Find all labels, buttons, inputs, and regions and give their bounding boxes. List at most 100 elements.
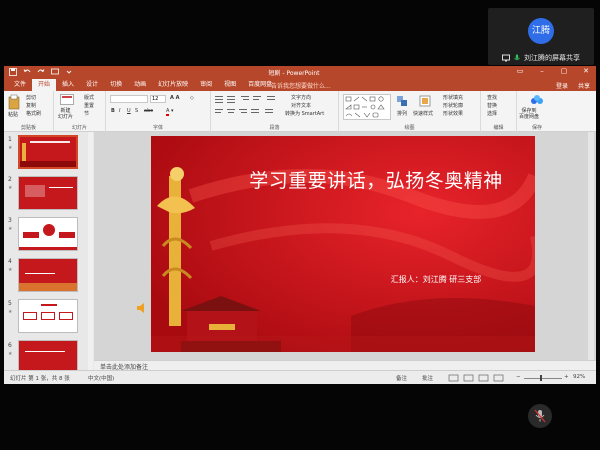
close-button[interactable]: ✕ (580, 67, 592, 77)
paste-button[interactable]: 粘贴 (8, 111, 18, 118)
shape-effects-button[interactable]: 形状效果 (443, 110, 463, 117)
zoom-out-button[interactable]: − (516, 374, 521, 380)
tab-view[interactable]: 视图 (218, 79, 242, 91)
language-indicator[interactable]: 中文(中国) (88, 374, 114, 382)
grow-font-button[interactable]: A A (170, 95, 179, 101)
underline-button[interactable]: U (127, 108, 131, 114)
slide-subtitle[interactable]: 汇报人：刘江腾 研三支部 (351, 274, 521, 285)
font-color-button[interactable]: A ▾ (166, 108, 174, 116)
animation-star-icon: ★ (8, 267, 13, 273)
editing-group-label: 编辑 (493, 125, 504, 131)
comments-toggle[interactable]: 批注 (422, 374, 433, 382)
slide-thumb-2[interactable] (18, 176, 78, 210)
tab-file[interactable]: 文件 (8, 79, 32, 91)
thumb-number: 5 (8, 300, 12, 307)
italic-button[interactable]: I (119, 108, 120, 114)
convert-smartart-button[interactable]: 转换为 SmartArt (285, 110, 324, 117)
thumbnails-scrollbar[interactable] (88, 132, 93, 370)
quick-styles-button[interactable]: 快速样式 (413, 110, 433, 117)
view-buttons-icon[interactable] (448, 374, 508, 382)
slide-thumb-5[interactable] (18, 299, 78, 333)
customize-toolbar-icon[interactable] (65, 68, 73, 76)
font-group-label: 字体 (152, 125, 163, 131)
tab-design[interactable]: 设计 (80, 79, 104, 91)
bold-button[interactable]: B (111, 108, 115, 114)
list-buttons-icon[interactable] (215, 95, 279, 103)
redo-icon[interactable] (37, 68, 45, 76)
ribbon-home: 粘贴 剪切 复制 格式刷 剪贴板 新建 幻灯片 版式 重置 节 幻灯片 12 A… (4, 91, 596, 132)
ribbon-display-options-button[interactable]: ▭ (514, 67, 526, 77)
select-button[interactable]: 选择 (487, 110, 497, 117)
zoom-slider-track[interactable] (524, 378, 562, 379)
slide-thumb-4[interactable] (18, 258, 78, 292)
save-to-baidu-button[interactable]: 保存到 百度网盘 (519, 108, 539, 120)
tab-home[interactable]: 开始 (32, 79, 57, 91)
quick-styles-icon[interactable] (419, 95, 431, 107)
cut-button[interactable]: 剪切 (26, 94, 36, 101)
clipboard-group-label: 剪贴板 (20, 125, 36, 131)
baidu-group-label: 保存 (531, 125, 542, 131)
group-baidu: 保存到 百度网盘 保存 (517, 91, 557, 132)
tab-transitions[interactable]: 切换 (104, 79, 128, 91)
minimize-button[interactable]: – (536, 67, 548, 77)
thumb-number: 1 (8, 136, 12, 143)
animation-star-icon: ★ (8, 185, 13, 191)
zoom-in-button[interactable]: + (564, 374, 569, 380)
slide-thumb-3[interactable] (18, 217, 78, 251)
slide-thumb-1[interactable] (18, 135, 78, 169)
arrange-button[interactable]: 排列 (397, 110, 407, 117)
tab-insert[interactable]: 插入 (56, 79, 80, 91)
font-name-dropdown[interactable] (110, 95, 148, 103)
maximize-button[interactable]: ▢ (558, 67, 570, 77)
clear-format-button[interactable]: ◇ (190, 95, 194, 101)
arrange-icon[interactable] (396, 95, 408, 107)
thumb-number: 2 (8, 176, 12, 183)
current-slide[interactable]: 学习重要讲话，弘扬冬奥精神 汇报人：刘江腾 研三支部 (151, 136, 535, 352)
title-bar: 短剧 - PowerPoint ▭ – ▢ ✕ (4, 66, 596, 79)
alignment-buttons-icon[interactable] (215, 108, 279, 116)
sign-in-link[interactable]: 登录 (556, 81, 568, 90)
thumb-number: 4 (8, 258, 12, 265)
slideshow-icon[interactable] (51, 68, 59, 76)
screen-share-icon (502, 54, 510, 62)
audio-icon[interactable] (136, 302, 148, 314)
slide-scrollbar[interactable] (588, 132, 594, 360)
zoom-level[interactable]: 92% (573, 374, 585, 380)
new-slide-icon[interactable] (60, 94, 74, 106)
new-slide-button[interactable]: 新建 幻灯片 (58, 108, 73, 120)
presenter-tile[interactable]: 江腾 刘江腾的屏幕共享 (488, 8, 594, 65)
save-icon[interactable] (9, 68, 17, 76)
copy-button[interactable]: 复制 (26, 102, 36, 109)
mute-button[interactable] (528, 404, 552, 428)
reset-button[interactable]: 重置 (84, 102, 94, 109)
slide-thumb-6[interactable] (18, 340, 78, 370)
find-button[interactable]: 查找 (487, 94, 497, 101)
strikethrough-button[interactable]: abc (144, 108, 153, 114)
share-button[interactable]: 共享 (578, 81, 590, 90)
text-direction-button[interactable]: 文字方向 (291, 94, 311, 101)
tab-slideshow[interactable]: 幻灯片放映 (152, 79, 194, 91)
shape-fill-button[interactable]: 形状填充 (443, 94, 463, 101)
tab-review[interactable]: 审阅 (194, 79, 218, 91)
baidu-cloud-icon[interactable] (530, 94, 544, 106)
align-text-button[interactable]: 对齐文本 (291, 102, 311, 109)
text-shadow-button[interactable]: S (135, 108, 138, 114)
slide-title[interactable]: 学习重要讲话，弘扬冬奥精神 (241, 166, 511, 193)
animation-star-icon: ★ (8, 309, 13, 315)
zoom-slider-thumb[interactable] (540, 375, 542, 381)
tab-animations[interactable]: 动画 (128, 79, 152, 91)
font-size-dropdown[interactable]: 12 (150, 95, 166, 103)
tell-me-search[interactable]: 告诉我您想要做什么... (271, 81, 331, 90)
layout-button[interactable]: 版式 (84, 94, 94, 101)
section-button[interactable]: 节 (84, 110, 89, 117)
format-painter-button[interactable]: 格式刷 (26, 110, 41, 117)
paste-icon[interactable] (8, 94, 20, 110)
slides-group-label: 幻灯片 (71, 125, 87, 131)
shape-outline-button[interactable]: 形状轮廓 (443, 102, 463, 109)
replace-button[interactable]: 替换 (487, 102, 497, 109)
notes-pane[interactable]: 单击此处添加备注 (94, 360, 596, 371)
undo-icon[interactable] (23, 68, 31, 76)
shapes-gallery-icon[interactable] (343, 94, 391, 120)
thumb-number: 6 (8, 342, 12, 349)
notes-toggle[interactable]: 备注 (396, 374, 407, 382)
